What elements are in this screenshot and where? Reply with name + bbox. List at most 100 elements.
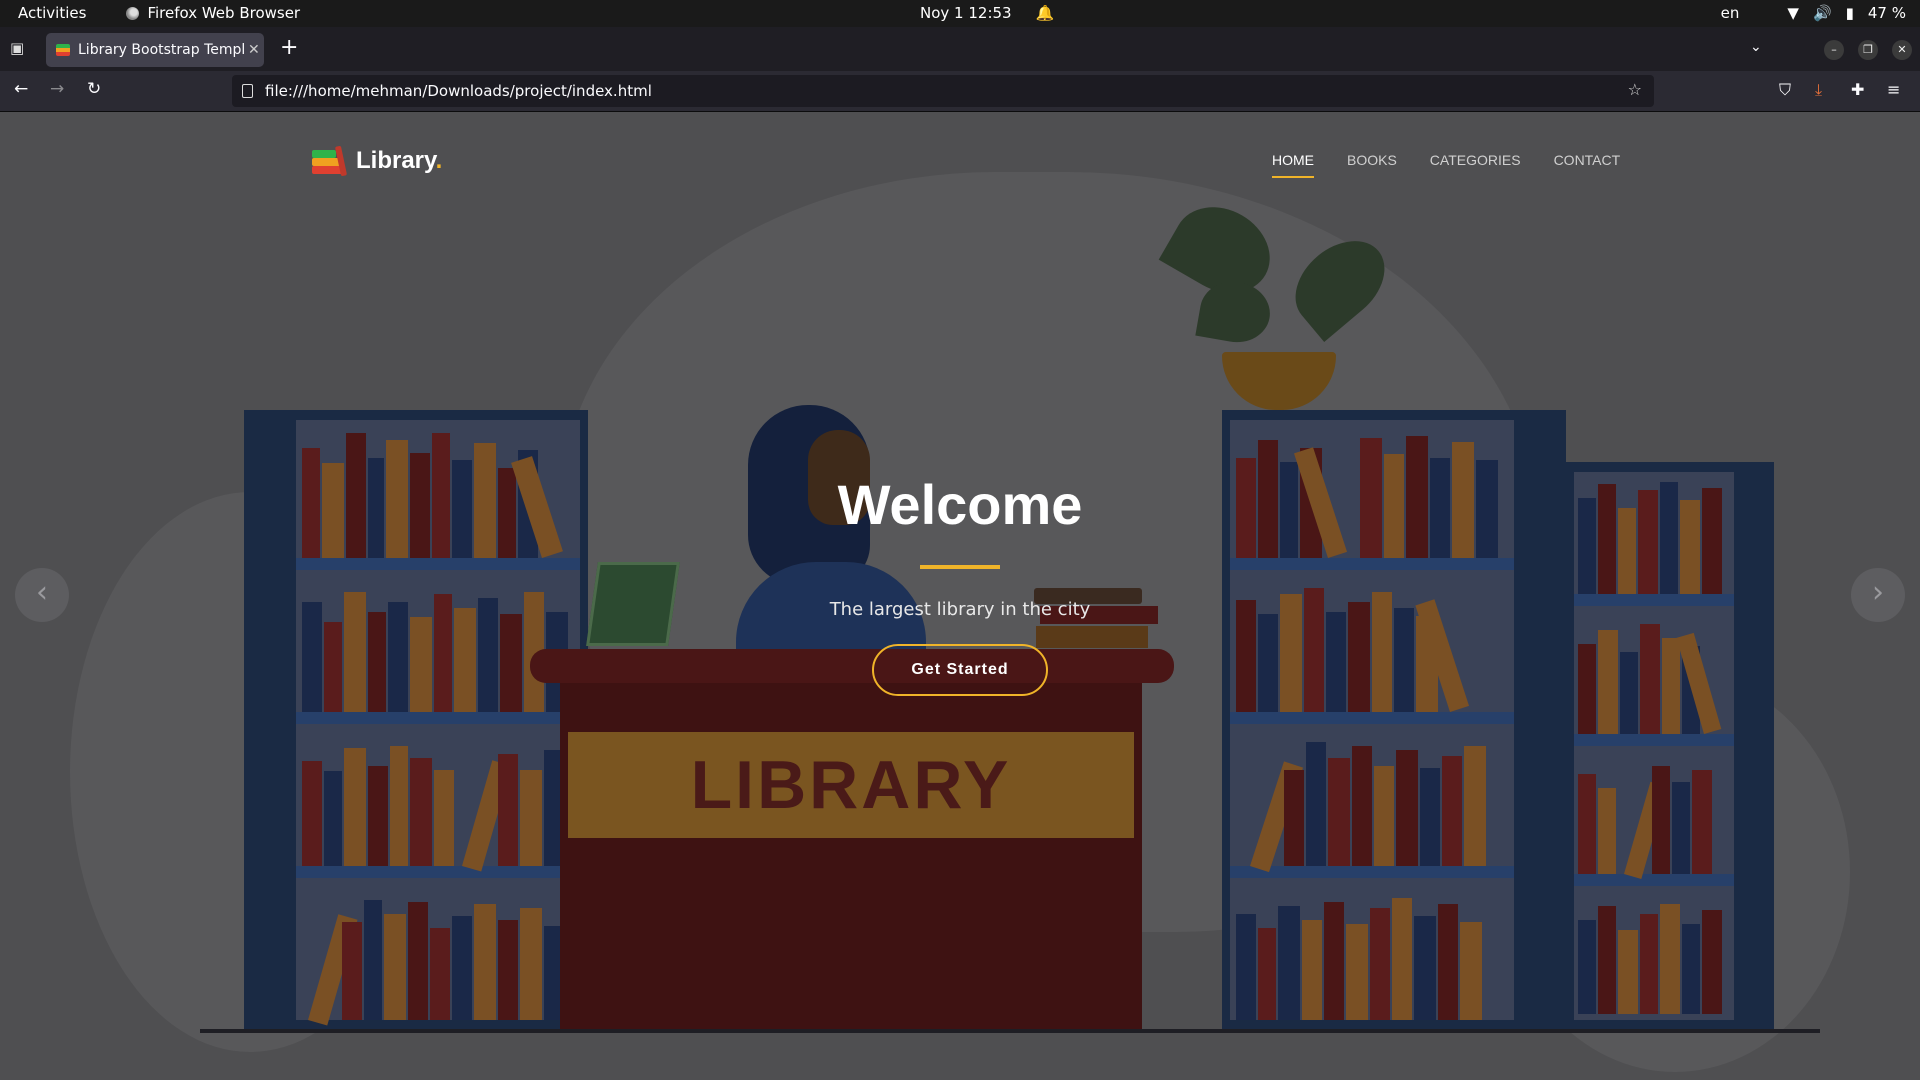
book [390,746,408,866]
shelf-plank [1574,874,1734,886]
book [474,904,496,1020]
book [434,770,454,866]
close-tab-icon[interactable]: ✕ [248,42,260,58]
hero-subtitle: The largest library in the city [829,599,1091,620]
nav-books[interactable]: BOOKS [1347,152,1397,178]
book [368,766,388,866]
system-top-bar: Activities Firefox Web Browser Noy 1 12:… [0,0,1920,27]
book [1578,920,1596,1014]
logo-text: Library. [356,147,443,174]
book [364,900,382,1020]
tab-library[interactable]: Library Bootstrap Templ ✕ [46,33,264,67]
book [452,916,472,1020]
book [1702,910,1722,1014]
book [1460,922,1482,1020]
book [1598,788,1616,874]
book [1352,746,1372,866]
site-header: Library. HOME BOOKS CATEGORIES CONTACT [0,112,1920,222]
book-row [1236,736,1508,873]
book [1672,782,1690,874]
book [1420,768,1440,866]
book [1302,920,1322,1020]
chevron-right-icon: › [1872,575,1884,610]
books-logo-icon [312,145,348,177]
book [1598,906,1616,1014]
book [498,920,518,1020]
book [430,928,450,1020]
book [344,748,366,866]
book [498,754,518,866]
book [1392,898,1412,1020]
volume-icon[interactable]: 🔊 [1813,4,1832,22]
desk-sign-text: LIBRARY [690,747,1012,823]
tab-title: Library Bootstrap Templ [78,42,244,58]
shelf-plank [296,712,580,724]
book [520,908,542,1020]
shelf-plank [1230,712,1514,724]
alarm-icon: 🔔 [1035,4,1055,22]
book [1414,916,1436,1020]
nav-categories[interactable]: CATEGORIES [1430,152,1521,178]
book [1640,914,1658,1014]
book [1278,906,1300,1020]
url-bar[interactable]: file:///home/mehman/Downloads/project/in… [232,75,1654,107]
battery-icon[interactable]: ▮ [1846,4,1854,22]
minimize-button[interactable]: – [1824,40,1844,60]
pocket-icon[interactable]: ⛉ [1779,80,1791,100]
book [1346,924,1368,1020]
book [1324,902,1344,1020]
book [1306,742,1326,866]
book [1618,930,1638,1014]
desk-sign: LIBRARY [568,732,1134,838]
get-started-button[interactable]: Get Started [872,644,1048,696]
back-icon[interactable]: ← [14,79,28,99]
book [342,922,362,1020]
book [410,758,432,866]
language-indicator[interactable]: en [1721,4,1740,22]
battery-level: 47 % [1867,4,1906,22]
nav-home[interactable]: HOME [1272,152,1314,178]
carousel-prev-button[interactable]: ‹ [15,568,69,622]
chevron-left-icon: ‹ [36,575,48,610]
menu-icon[interactable]: ≡ [1887,80,1900,99]
book [1396,750,1418,866]
clock[interactable]: Noy 1 12:53 [920,4,1012,22]
book [408,902,428,1020]
book [302,761,322,866]
app-menu[interactable]: Firefox Web Browser [126,4,300,22]
tab-bar: ▣ Library Bootstrap Templ ✕ + ⌄ – ❐ ✕ [0,27,1920,71]
activities-button[interactable]: Activities [18,4,86,22]
carousel-next-button[interactable]: › [1851,568,1905,622]
site-logo[interactable]: Library. [312,145,443,177]
page-icon [242,84,253,98]
book [1438,904,1458,1020]
book [520,770,542,866]
reload-icon[interactable]: ↻ [87,79,101,99]
book [1660,904,1680,1014]
book [1682,924,1700,1014]
firefox-icon [126,6,140,20]
url-text[interactable]: file:///home/mehman/Downloads/project/in… [265,82,652,100]
wifi-icon[interactable]: ▼ [1787,4,1799,22]
hero-title: Welcome [837,473,1083,536]
forward-icon[interactable]: → [50,79,64,99]
book [1692,770,1712,874]
restore-button[interactable]: ❐ [1858,40,1878,60]
bookmark-star-icon[interactable]: ☆ [1628,80,1642,99]
book-row [302,890,574,1026]
firefox-view-icon[interactable]: ▣ [10,39,30,59]
book [1464,746,1486,866]
new-tab-button[interactable]: + [280,37,298,59]
downloads-icon[interactable]: ⤓ [1815,80,1822,100]
book [1652,766,1670,874]
main-nav: HOME BOOKS CATEGORIES CONTACT [1272,152,1620,178]
book-row [1236,890,1508,1020]
hero-divider [920,565,1000,569]
extensions-icon[interactable]: ✚ [1851,80,1864,99]
close-window-button[interactable]: ✕ [1892,40,1912,60]
nav-contact[interactable]: CONTACT [1554,152,1621,178]
book-row [1578,898,1730,1014]
shelf-plank [1230,866,1514,878]
web-page: LIBRARY Library. HOME BOOKS CATEGORIES C… [0,112,1920,1080]
list-all-tabs-icon[interactable]: ⌄ [1750,39,1762,55]
